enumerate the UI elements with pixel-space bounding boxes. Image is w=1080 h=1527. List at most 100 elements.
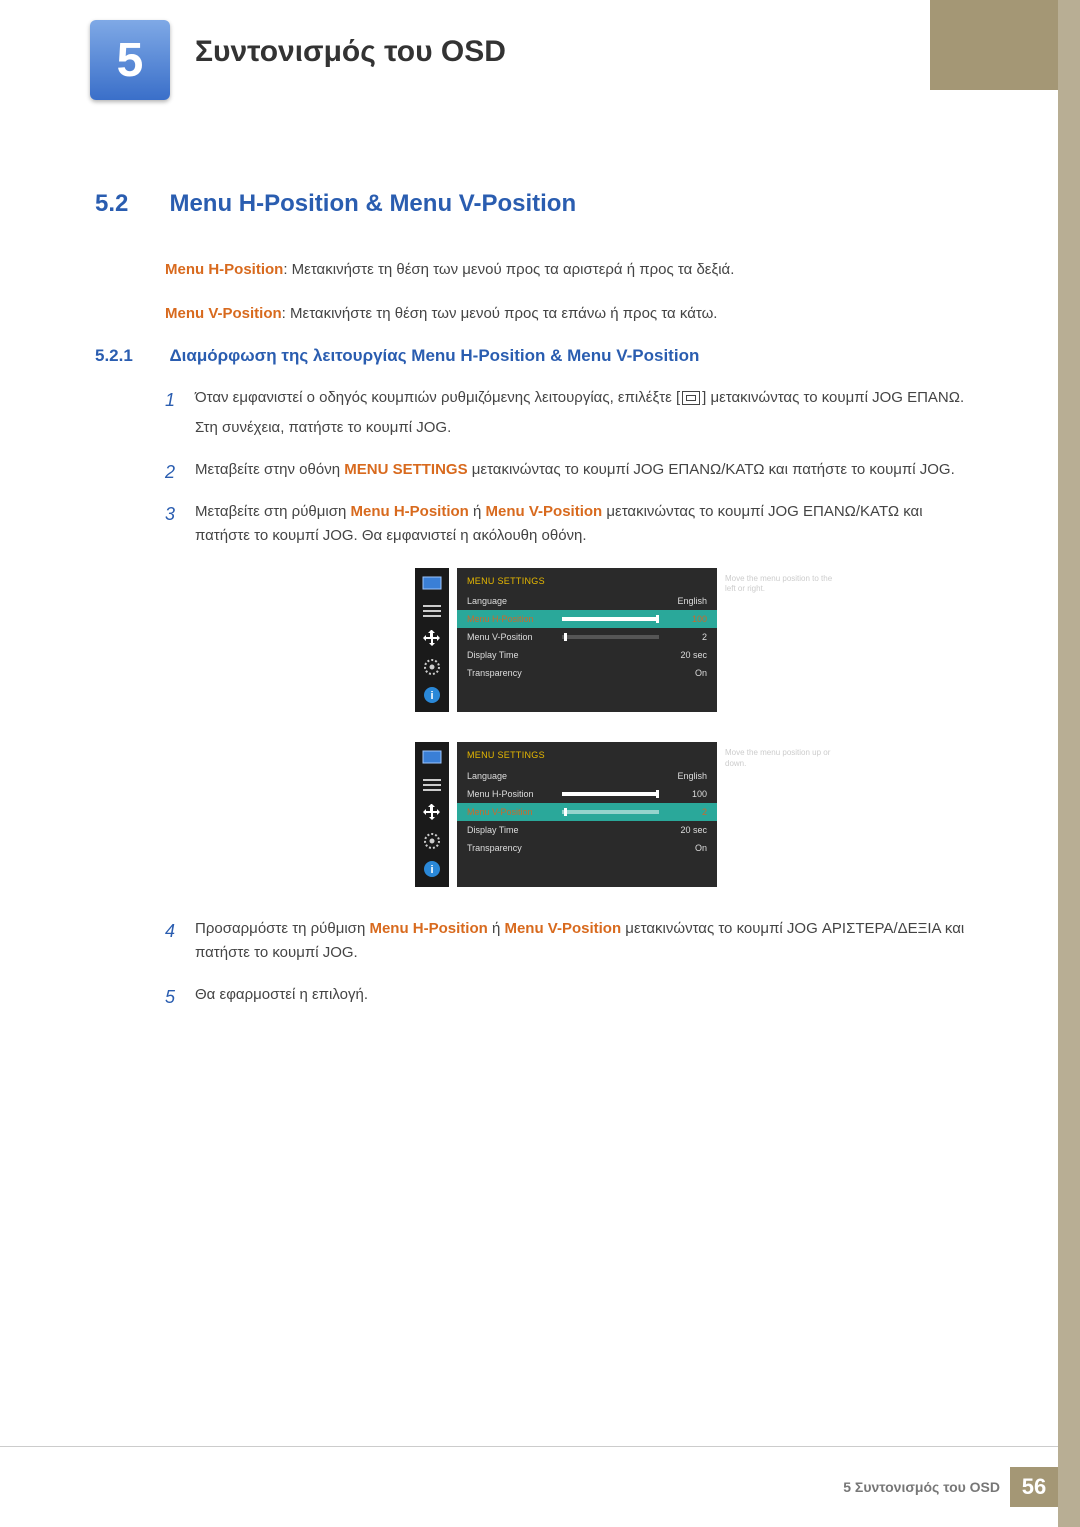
footer-divider bbox=[0, 1446, 1058, 1447]
step-5: 5 Θα εφαρμοστεί η επιλογή. bbox=[165, 983, 975, 1007]
osd-label: Display Time bbox=[467, 648, 562, 662]
hpos-label: Menu H-Position bbox=[165, 261, 283, 278]
osd-row-language: Language English bbox=[457, 767, 717, 785]
osd-label: Menu H-Position bbox=[467, 787, 562, 801]
osd-slider bbox=[562, 635, 659, 639]
step2-bold: MENU SETTINGS bbox=[344, 461, 467, 478]
step-2: 2 Μεταβείτε στην οθόνη MENU SETTINGS μετ… bbox=[165, 458, 975, 482]
osd-panel: MENU SETTINGS Language English Menu H-Po… bbox=[457, 568, 717, 712]
osd-value: On bbox=[667, 666, 707, 680]
step1-text-c: Στη συνέχεια, πατήστε το κουμπί JOG. bbox=[195, 419, 451, 436]
move-position-icon bbox=[421, 630, 443, 648]
step3-h: Menu H-Position bbox=[351, 503, 469, 520]
osd-label: Menu V-Position bbox=[467, 630, 562, 644]
osd-value: English bbox=[667, 594, 707, 608]
move-position-icon bbox=[421, 804, 443, 822]
step-3: 3 Μεταβείτε στη ρύθμιση Menu H-Position … bbox=[165, 500, 975, 887]
svg-text:i: i bbox=[430, 690, 433, 702]
osd-slider bbox=[562, 810, 659, 814]
picture-icon bbox=[421, 574, 443, 592]
subsection-title: Διαμόρφωση της λειτουργίας Menu H-Positi… bbox=[169, 346, 699, 365]
osd-screenshot-hposition: i MENU SETTINGS Language English Menu H-… bbox=[415, 568, 975, 712]
picture-icon bbox=[421, 748, 443, 766]
page-number: 56 bbox=[1010, 1467, 1058, 1507]
osd-value: 2 bbox=[667, 805, 707, 819]
step2-text-b: μετακινώντας το κουμπί JOG ΕΠΑΝΩ/ΚΑΤΩ κα… bbox=[468, 461, 955, 478]
chapter-number-badge: 5 bbox=[90, 20, 170, 100]
osd-value: 20 sec bbox=[667, 823, 707, 837]
osd-row-displaytime: Display Time 20 sec bbox=[457, 646, 717, 664]
step-number: 1 bbox=[165, 386, 175, 415]
step5-text: Θα εφαρμοστεί η επιλογή. bbox=[195, 986, 368, 1003]
svg-text:i: i bbox=[430, 864, 433, 876]
step4-text-a: Προσαρμόστε τη ρύθμιση bbox=[195, 920, 369, 937]
intro-hposition: Menu H-Position: Μετακινήστε τη θέση των… bbox=[165, 258, 975, 282]
step3-v: Menu V-Position bbox=[486, 503, 603, 520]
step2-text-a: Μεταβείτε στην οθόνη bbox=[195, 461, 344, 478]
osd-row-transparency: Transparency On bbox=[457, 664, 717, 682]
list-icon bbox=[421, 602, 443, 620]
step4-or: ή bbox=[488, 920, 505, 937]
section-title: Menu H-Position & Menu V-Position bbox=[169, 190, 576, 217]
hpos-text: : Μετακινήστε τη θέση των μενού προς τα … bbox=[283, 261, 734, 278]
vpos-text: : Μετακινήστε τη θέση των μενού προς τα … bbox=[282, 305, 718, 322]
step-number: 3 bbox=[165, 500, 175, 529]
step1-text-a: Όταν εμφανιστεί ο οδηγός κουμπιών ρυθμιζ… bbox=[195, 389, 680, 406]
osd-tooltip: Move the menu position to the left or ri… bbox=[725, 568, 835, 712]
osd-value: 100 bbox=[667, 612, 707, 626]
osd-row-hposition-selected: Menu H-Position 100 bbox=[457, 610, 717, 628]
osd-label: Menu H-Position bbox=[467, 612, 562, 626]
step-1: 1 Όταν εμφανιστεί ο οδηγός κουμπιών ρυθμ… bbox=[165, 386, 975, 440]
osd-value: 100 bbox=[667, 787, 707, 801]
vpos-label: Menu V-Position bbox=[165, 305, 282, 322]
osd-label: Display Time bbox=[467, 823, 562, 837]
info-icon: i bbox=[421, 686, 443, 704]
osd-label: Transparency bbox=[467, 666, 562, 680]
osd-row-vposition: Menu V-Position 2 bbox=[457, 628, 717, 646]
step3-text-a: Μεταβείτε στη ρύθμιση bbox=[195, 503, 351, 520]
step-number: 2 bbox=[165, 458, 175, 487]
osd-header: MENU SETTINGS bbox=[457, 742, 717, 766]
osd-icon-sidebar: i bbox=[415, 742, 449, 886]
osd-slider bbox=[562, 617, 659, 621]
osd-screenshot-vposition: i MENU SETTINGS Language English Menu H-… bbox=[415, 742, 975, 886]
osd-row-displaytime: Display Time 20 sec bbox=[457, 821, 717, 839]
step4-h: Menu H-Position bbox=[369, 920, 487, 937]
osd-icon-sidebar: i bbox=[415, 568, 449, 712]
osd-value: On bbox=[667, 841, 707, 855]
side-accent-strip bbox=[1058, 0, 1080, 1527]
intro-vposition: Menu V-Position: Μετακινήστε τη θέση των… bbox=[165, 302, 975, 326]
osd-row-language: Language English bbox=[457, 592, 717, 610]
osd-row-transparency: Transparency On bbox=[457, 839, 717, 857]
osd-value: 2 bbox=[667, 630, 707, 644]
step-number: 5 bbox=[165, 983, 175, 1012]
subsection-number: 5.2.1 bbox=[95, 346, 165, 366]
osd-tooltip: Move the menu position up or down. bbox=[725, 742, 835, 886]
osd-panel: MENU SETTINGS Language English Menu H-Po… bbox=[457, 742, 717, 886]
step-4: 4 Προσαρμόστε τη ρύθμιση Menu H-Position… bbox=[165, 917, 975, 965]
step4-v: Menu V-Position bbox=[504, 920, 621, 937]
page-footer: 5 Συντονισμός του OSD 56 bbox=[843, 1467, 1058, 1507]
menu-icon bbox=[682, 391, 700, 405]
step1-text-b: ] μετακινώντας το κουμπί JOG ΕΠΑΝΩ. bbox=[702, 389, 964, 406]
osd-value: English bbox=[667, 769, 707, 783]
info-icon: i bbox=[421, 860, 443, 878]
chapter-title: Συντονισμός του OSD bbox=[195, 35, 506, 69]
osd-label: Transparency bbox=[467, 841, 562, 855]
osd-label: Language bbox=[467, 769, 562, 783]
osd-slider bbox=[562, 792, 659, 796]
osd-row-hposition: Menu H-Position 100 bbox=[457, 785, 717, 803]
osd-row-vposition-selected: Menu V-Position 2 bbox=[457, 803, 717, 821]
gear-icon bbox=[421, 832, 443, 850]
steps-list: 1 Όταν εμφανιστεί ο οδηγός κουμπιών ρυθμ… bbox=[165, 386, 975, 1007]
subsection-heading: 5.2.1 Διαμόρφωση της λειτουργίας Menu H-… bbox=[95, 346, 975, 366]
osd-label: Language bbox=[467, 594, 562, 608]
footer-chapter-text: 5 Συντονισμός του OSD bbox=[843, 1479, 1010, 1495]
step-number: 4 bbox=[165, 917, 175, 946]
osd-label: Menu V-Position bbox=[467, 805, 562, 819]
gear-icon bbox=[421, 658, 443, 676]
osd-header: MENU SETTINGS bbox=[457, 568, 717, 592]
osd-value: 20 sec bbox=[667, 648, 707, 662]
step3-or: ή bbox=[469, 503, 486, 520]
section-number: 5.2 bbox=[95, 190, 165, 218]
